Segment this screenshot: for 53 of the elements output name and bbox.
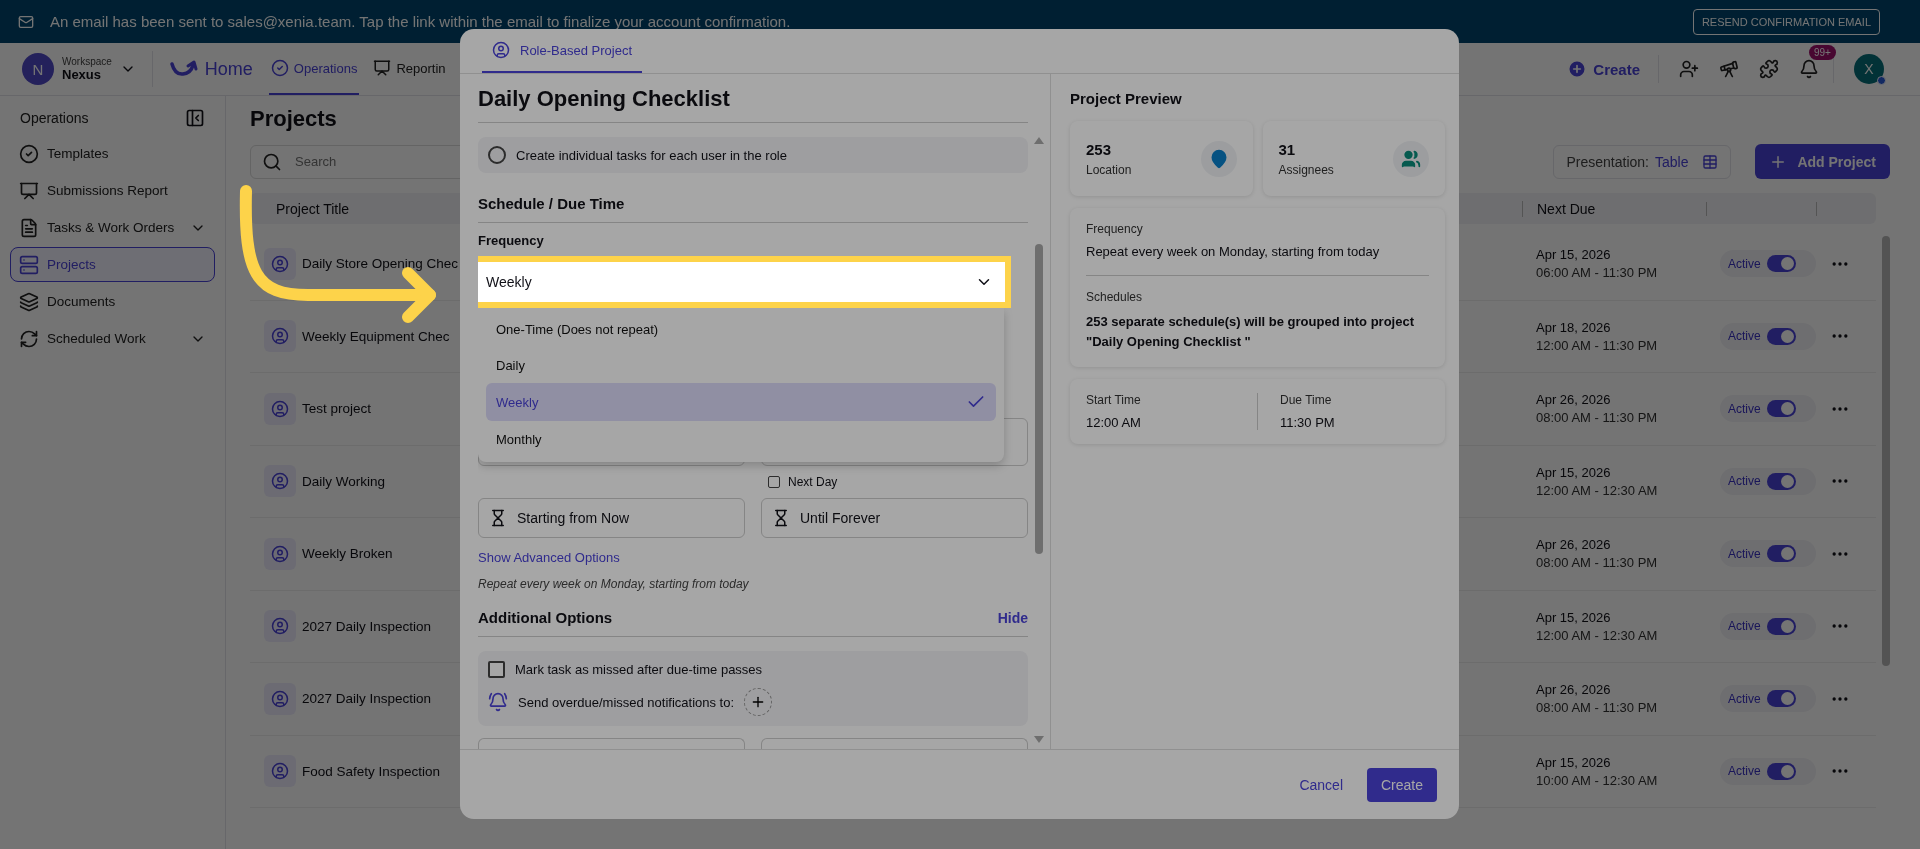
- column-header: Project Title: [276, 200, 350, 217]
- due-date: Apr 26, 2026: [1536, 537, 1612, 553]
- due-time: 08:00 AM - 11:30 PM: [1536, 700, 1659, 716]
- field-label: Frequency: [1086, 222, 1144, 236]
- stat-value: 253: [1086, 140, 1113, 158]
- column-header: Next Due: [1522, 200, 1706, 217]
- schedule-summary: Repeat every week on Monday, starting from today: [478, 577, 750, 591]
- modal-title: Daily Opening Checklist: [478, 74, 1028, 123]
- notify-label: Send overdue/missed notifications to:: [518, 694, 735, 710]
- start-time: 12:00 AM: [1086, 415, 1142, 430]
- due-time: 06:00 AM - 11:30 PM: [1536, 265, 1659, 281]
- due-time: 10:00 AM - 12:30 AM: [1536, 772, 1659, 788]
- field-label: Frequency: [478, 233, 545, 248]
- checkbox-label: Next Day: [788, 475, 838, 489]
- due-time: 08:00 AM - 11:30 PM: [1536, 410, 1659, 426]
- due-date: Apr 26, 2026: [1536, 682, 1612, 698]
- stat-label: Assignees: [1278, 162, 1334, 177]
- page-title: Projects: [250, 106, 338, 132]
- schedules-text: 253 separate schedule(s) will be grouped into project "Daily Opening Checklist ": [1086, 313, 1415, 351]
- status-text: Active: [1728, 256, 1761, 271]
- due-time: 12:00 AM - 11:30 PM: [1536, 337, 1659, 353]
- workspace-label: Workspace: [62, 56, 112, 67]
- due-date: Apr 26, 2026: [1536, 392, 1612, 408]
- notification-badge: 99+: [1809, 45, 1836, 60]
- checkbox-label: Mark task as missed after due-time passes: [515, 662, 763, 677]
- field-label: Due Time: [1280, 393, 1333, 407]
- section-heading: Schedule / Due Time: [478, 195, 625, 212]
- due-date: Apr 15, 2026: [1536, 609, 1612, 625]
- status-text: Active: [1728, 401, 1761, 416]
- due-date: Apr 18, 2026: [1536, 319, 1612, 335]
- due-time: 11:30 PM: [1280, 415, 1336, 430]
- field-label: Start Time: [1086, 393, 1142, 407]
- field-label: Schedules: [1086, 290, 1144, 304]
- due-time: 08:00 AM - 11:30 PM: [1536, 555, 1659, 571]
- banner-message: An email has been sent to sales@xenia.team. Tap the link within the email to finalize your account confirmation.: [50, 13, 792, 30]
- status-text: Active: [1728, 764, 1761, 779]
- frequency-text: Repeat every week on Monday, starting from today: [1086, 244, 1381, 259]
- status-text: Active: [1728, 691, 1761, 706]
- due-date: Apr 15, 2026: [1536, 754, 1612, 770]
- status-text: Active: [1728, 619, 1761, 634]
- preview-title: Project Preview: [1070, 90, 1183, 107]
- due-date: Apr 15, 2026: [1536, 247, 1612, 263]
- section-heading: Additional Options: [478, 609, 613, 626]
- due-time: 12:00 AM - 12:30 AM: [1536, 482, 1659, 498]
- sidebar-title: Operations: [20, 110, 89, 126]
- workspace-name: Nexus: [62, 67, 103, 82]
- due-date: Apr 15, 2026: [1536, 464, 1612, 480]
- due-time: 12:00 AM - 12:30 AM: [1536, 627, 1659, 643]
- status-text: Active: [1728, 329, 1761, 344]
- stat-value: 31: [1278, 140, 1297, 158]
- status-text: Active: [1728, 546, 1761, 561]
- status-text: Active: [1728, 474, 1761, 489]
- stat-label: Location: [1086, 162, 1132, 177]
